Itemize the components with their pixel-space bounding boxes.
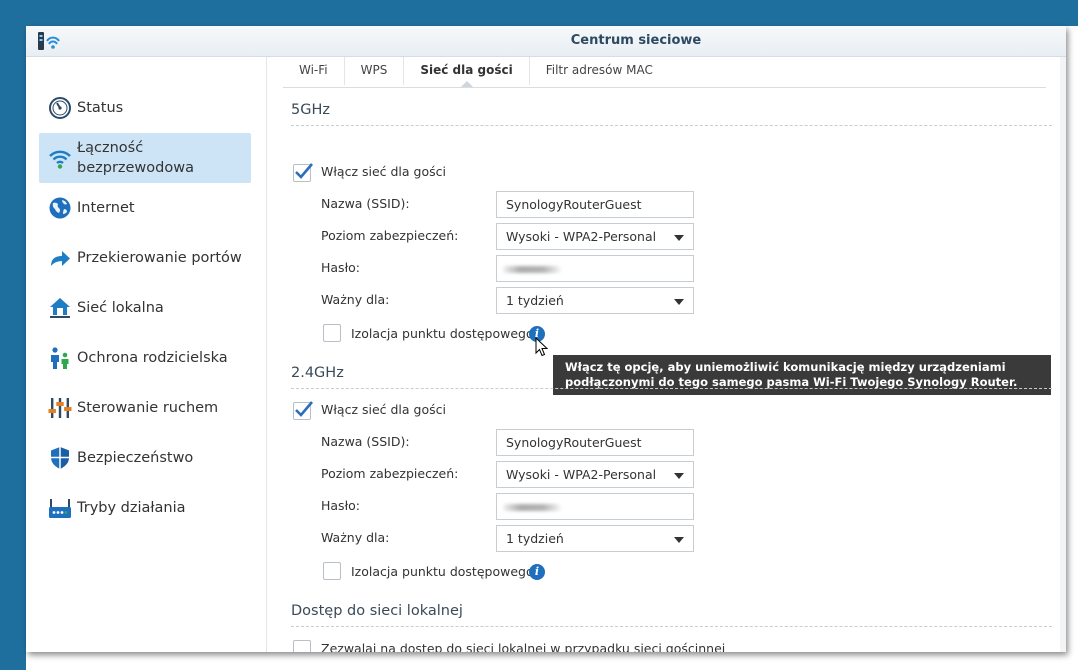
tab-wps[interactable]: WPS xyxy=(345,57,405,85)
valid-5ghz-value: 1 tydzień xyxy=(506,293,564,308)
info-icon[interactable]: i xyxy=(529,564,545,580)
ssid-24ghz-input[interactable]: SynologyRouterGuest xyxy=(496,429,694,456)
security-5ghz-label: Poziom zabezpieczeń: xyxy=(321,228,459,243)
valid-5ghz-select[interactable]: 1 tydzień xyxy=(496,287,694,314)
enable-guest-5ghz-checkbox[interactable] xyxy=(293,163,313,182)
sidebar-item-label: Internet xyxy=(77,200,135,216)
sidebar-item-label: Bezpieczeństwo xyxy=(77,450,194,466)
isolation-5ghz-checkbox[interactable] xyxy=(323,324,341,342)
sidebar-item-internet[interactable]: Internet xyxy=(39,183,251,233)
shield-icon xyxy=(47,445,73,471)
enable-guest-24ghz-label: Włącz sieć dla gości xyxy=(321,402,446,417)
sidebar: Status Łączność bezprzewodowa Internet P… xyxy=(26,57,267,652)
ssid-5ghz-label: Nazwa (SSID): xyxy=(321,196,410,211)
background-strip-left xyxy=(0,0,26,670)
valid-24ghz-label: Ważny dla: xyxy=(321,530,390,545)
scrollbar[interactable] xyxy=(1060,57,1066,652)
wifi-icon xyxy=(47,145,73,171)
enable-guest-24ghz-checkbox[interactable] xyxy=(293,401,313,420)
sidebar-item-traffic-control[interactable]: Sterowanie ruchem xyxy=(39,383,251,433)
allow-lan-access-checkbox[interactable] xyxy=(293,640,311,652)
tab-mac-filter[interactable]: Filtr adresów MAC xyxy=(530,57,669,85)
section-title-24ghz: 2.4GHz xyxy=(291,365,344,381)
security-24ghz-label: Poziom zabezpieczeń: xyxy=(321,466,459,481)
home-network-icon xyxy=(47,295,73,321)
masked-password xyxy=(503,266,561,273)
router-icon xyxy=(47,495,73,521)
checkmark-icon xyxy=(295,401,313,417)
allow-lan-access-label: Zezwalaj na dostęp do sieci lokalnej w p… xyxy=(321,641,726,652)
section-divider xyxy=(291,388,1052,389)
sidebar-item-security[interactable]: Bezpieczeństwo xyxy=(39,433,251,483)
security-24ghz-select[interactable]: Wysoki - WPA2-Personal xyxy=(496,461,694,488)
sidebar-item-label: Tryby działania xyxy=(77,500,186,516)
password-24ghz-input[interactable] xyxy=(496,493,694,520)
security-24ghz-value: Wysoki - WPA2-Personal xyxy=(506,467,657,482)
ssid-5ghz-input[interactable]: SynologyRouterGuest xyxy=(496,191,694,218)
sliders-icon xyxy=(47,395,73,421)
isolation-24ghz-checkbox[interactable] xyxy=(323,562,341,580)
valid-24ghz-select[interactable]: 1 tydzień xyxy=(496,525,694,552)
chevron-down-icon xyxy=(674,299,684,305)
gauge-icon xyxy=(47,95,73,121)
sidebar-item-label: Status xyxy=(77,100,124,116)
app-window: Centrum sieciowe Status Łączność bezprze… xyxy=(26,26,1066,652)
sidebar-item-parental-control[interactable]: Ochrona rodzicielska xyxy=(39,333,251,383)
sidebar-item-label: Łączność bezprzewodowa xyxy=(77,140,194,176)
masked-password xyxy=(503,504,561,511)
window-title: Centrum sieciowe xyxy=(570,33,702,48)
sidebar-item-wireless[interactable]: Łączność bezprzewodowa xyxy=(39,133,251,183)
tab-bar: Wi-Fi WPS Sieć dla gości Filtr adresów M… xyxy=(283,57,1046,88)
sidebar-item-local-network[interactable]: Sieć lokalna xyxy=(39,283,251,333)
checkmark-icon xyxy=(295,163,313,179)
content-panel: Wi-Fi WPS Sieć dla gości Filtr adresów M… xyxy=(267,57,1066,652)
chevron-down-icon xyxy=(674,235,684,241)
sidebar-item-label: Sterowanie ruchem xyxy=(77,400,219,416)
security-5ghz-select[interactable]: Wysoki - WPA2-Personal xyxy=(496,223,694,250)
tab-wifi[interactable]: Wi-Fi xyxy=(283,57,345,85)
section-title-5ghz: 5GHz xyxy=(291,102,330,118)
sidebar-item-label: Ochrona rodzicielska xyxy=(77,350,228,366)
password-24ghz-label: Hasło: xyxy=(321,498,360,513)
password-5ghz-input[interactable] xyxy=(496,255,694,282)
password-5ghz-label: Hasło: xyxy=(321,260,360,275)
arrow-forward-icon xyxy=(47,245,73,271)
isolation-tooltip: Włącz tę opcję, aby uniemożliwić komunik… xyxy=(553,355,1051,395)
sidebar-item-label: Sieć lokalna xyxy=(77,300,164,316)
mouse-cursor-icon xyxy=(535,337,549,357)
globe-icon xyxy=(47,195,73,221)
sidebar-item-label: Przekierowanie portów xyxy=(77,250,242,266)
tab-guest-network[interactable]: Sieć dla gości xyxy=(404,57,530,87)
sidebar-item-operation-modes[interactable]: Tryby działania xyxy=(39,483,251,533)
titlebar: Centrum sieciowe xyxy=(26,26,1066,57)
chevron-down-icon xyxy=(674,537,684,543)
section-title-lan-access: Dostęp do sieci lokalnej xyxy=(291,603,463,619)
valid-24ghz-value: 1 tydzień xyxy=(506,531,564,546)
background-strip-top xyxy=(0,0,1078,26)
isolation-5ghz-label: Izolacja punktu dostępowego xyxy=(351,326,534,341)
security-5ghz-value: Wysoki - WPA2-Personal xyxy=(506,229,657,244)
sidebar-item-port-forwarding[interactable]: Przekierowanie portów xyxy=(39,233,251,283)
sidebar-item-status[interactable]: Status xyxy=(39,83,251,133)
valid-5ghz-label: Ważny dla: xyxy=(321,292,390,307)
section-divider xyxy=(291,626,1052,627)
family-icon xyxy=(47,345,73,371)
section-divider xyxy=(291,125,1052,126)
isolation-24ghz-label: Izolacja punktu dostępowego xyxy=(351,564,534,579)
enable-guest-5ghz-label: Włącz sieć dla gości xyxy=(321,164,446,179)
tooltip-line-1: Włącz tę opcję, aby uniemożliwić komunik… xyxy=(565,360,1006,374)
ssid-24ghz-label: Nazwa (SSID): xyxy=(321,434,410,449)
chevron-down-icon xyxy=(674,473,684,479)
